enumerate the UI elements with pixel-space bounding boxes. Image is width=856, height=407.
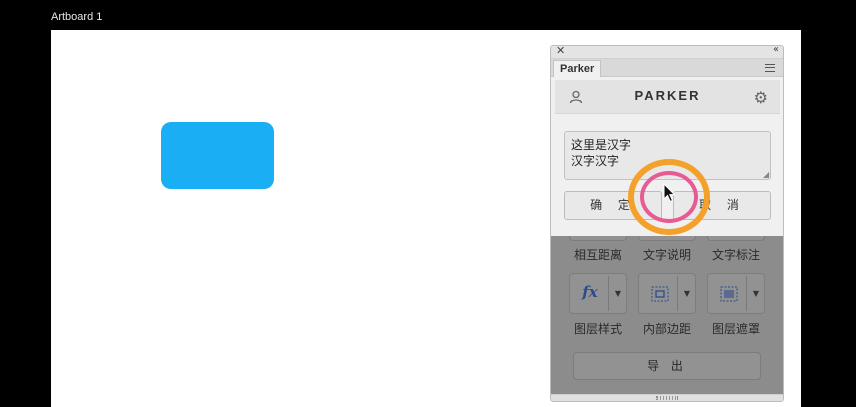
tool-label-layer-mask: 图层遮罩 bbox=[711, 322, 760, 336]
mouse-pointer-icon bbox=[663, 183, 676, 203]
panel-header: PARKER ⚙ bbox=[555, 80, 780, 114]
resize-handle-icon[interactable] bbox=[656, 396, 678, 400]
export-button[interactable]: 导 出 bbox=[573, 352, 761, 380]
tool-label-text-note: 文字说明 bbox=[642, 248, 691, 262]
gear-icon[interactable]: ⚙ bbox=[754, 88, 768, 107]
hamburger-menu-icon[interactable] bbox=[765, 64, 775, 72]
layer-style-tool-button[interactable]: fx ▼ bbox=[569, 273, 627, 314]
chevron-down-icon[interactable]: ▼ bbox=[753, 289, 759, 298]
chevron-down-icon[interactable]: ▼ bbox=[615, 289, 621, 298]
rounded-rectangle-shape[interactable] bbox=[161, 122, 274, 189]
tool-label-padding: 内部边距 bbox=[642, 322, 691, 336]
parker-logo: PARKER bbox=[634, 88, 701, 103]
panel-title-bar: ✕ ‹‹ bbox=[551, 46, 783, 59]
fx-icon: fx bbox=[582, 283, 598, 301]
panel-tab-row: Parker bbox=[551, 59, 783, 77]
tool-button-stub bbox=[638, 236, 696, 241]
tool-label-text-annotation: 文字标注 bbox=[711, 248, 760, 262]
collapse-icon[interactable]: ‹‹ bbox=[773, 46, 779, 55]
tool-button-stub bbox=[569, 236, 627, 241]
chevron-down-icon[interactable]: ▼ bbox=[684, 289, 690, 298]
tab-parker[interactable]: Parker bbox=[553, 60, 602, 77]
padding-icon bbox=[651, 286, 669, 302]
panel-footer bbox=[551, 394, 783, 401]
close-icon[interactable]: ✕ bbox=[556, 46, 565, 57]
tool-label-distance: 相互距离 bbox=[573, 248, 622, 262]
layer-mask-icon bbox=[720, 286, 738, 302]
tool-label-layer-style: 图层样式 bbox=[573, 322, 622, 336]
tool-button-stub bbox=[707, 236, 765, 241]
padding-tool-button[interactable]: ▼ bbox=[638, 273, 696, 314]
artboard-label: Artboard 1 bbox=[51, 11, 103, 23]
layer-mask-tool-button[interactable]: ▼ bbox=[707, 273, 765, 314]
tools-overlay: 相互距离 文字说明 文字标注 fx ▼ ▼ ▼ 图层样式 内部边距 图层遮罩 导… bbox=[551, 236, 783, 396]
